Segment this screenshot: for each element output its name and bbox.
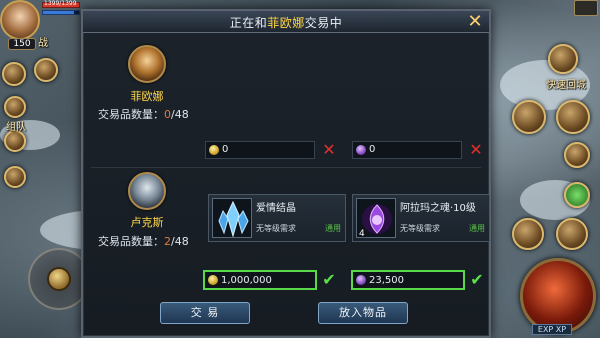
partner-item-count: 交易品数量：0/48 — [98, 106, 189, 122]
skill-icon[interactable] — [2, 62, 26, 86]
partner-item-count-max: /48 — [171, 108, 189, 121]
skill-icon[interactable] — [4, 166, 26, 188]
item-requirement: 无等级需求 — [256, 224, 296, 233]
gem-coin-icon — [356, 275, 366, 285]
self-item-count-max: /48 — [171, 235, 189, 248]
joystick-knob[interactable] — [47, 267, 71, 291]
title-prefix: 正在和 — [229, 16, 268, 30]
return-town-icon[interactable] — [548, 44, 578, 74]
team-icon[interactable] — [4, 130, 26, 152]
partner-portrait — [128, 45, 166, 83]
partner-gem-offer: 0 — [352, 141, 462, 159]
gem-coin-icon — [356, 145, 366, 155]
self-item-count-label: 交易品数量： — [98, 235, 164, 248]
self-name: 卢克斯 — [130, 216, 164, 229]
mp-bar — [42, 10, 80, 15]
item-quantity: 4 — [359, 229, 365, 239]
item-usable-tag: 通用 — [325, 224, 341, 233]
partner-gold-value: 0 — [222, 144, 229, 155]
menu-icon[interactable] — [512, 100, 546, 134]
title-partner-name: 菲欧娜 — [267, 16, 305, 30]
close-button[interactable]: ✕ — [465, 12, 485, 32]
item-requirement: 无等级需求 — [400, 224, 440, 233]
trade-button[interactable]: 交 易 — [160, 302, 250, 324]
self-gold-value: 1,000,000 — [221, 275, 272, 286]
self-gold-offer[interactable]: 1,000,000 — [203, 270, 317, 290]
partner-item-count-current: 0 — [164, 108, 171, 121]
trade-item-card[interactable]: 爱情结晶 无等级需求 通用 — [208, 194, 346, 242]
player-level-badge: 150 — [8, 38, 36, 50]
dialog-title: 正在和菲欧娜交易中 — [83, 14, 489, 31]
skill-icon[interactable] — [4, 96, 26, 118]
add-icon[interactable] — [564, 182, 590, 208]
item-name: 爱情结晶 — [256, 203, 296, 214]
gold-coin-icon — [209, 145, 219, 155]
partner-gold-reject-icon: ✕ — [322, 140, 336, 159]
section-divider — [91, 167, 481, 168]
dialog-header: 正在和菲欧娜交易中 ✕ — [83, 11, 489, 33]
partner-item-count-label: 交易品数量： — [98, 108, 164, 121]
skill-icon[interactable] — [556, 218, 588, 250]
self-portrait — [128, 172, 166, 210]
hp-text: 1399/1399 — [44, 0, 77, 7]
skill-icon[interactable] — [512, 218, 544, 250]
self-item-count-current: 2 — [164, 235, 171, 248]
return-town-label: 快速回城 — [546, 80, 586, 91]
self-gem-confirm-icon: ✔ — [470, 270, 484, 289]
partner-gem-reject-icon: ✕ — [469, 140, 483, 159]
partner-name: 菲欧娜 — [130, 90, 164, 103]
self-gem-value: 23,500 — [369, 275, 404, 286]
mail-icon[interactable] — [574, 0, 598, 16]
menu-icon[interactable] — [564, 142, 590, 168]
title-suffix: 交易中 — [304, 16, 343, 30]
partner-gem-value: 0 — [369, 144, 376, 155]
skill-icon[interactable] — [34, 58, 58, 82]
self-gold-confirm-icon: ✔ — [322, 270, 336, 289]
player-avatar[interactable] — [0, 0, 40, 40]
item-name: 阿拉玛之魂·10级 — [400, 203, 476, 214]
self-item-count: 交易品数量：2/48 — [98, 233, 189, 249]
menu-icon[interactable] — [556, 100, 590, 134]
trade-item-card[interactable]: 4 阿拉玛之魂·10级 无等级需求 通用 — [352, 194, 490, 242]
exp-label: EXP XP — [532, 324, 572, 335]
add-items-button[interactable]: 放入物品 — [318, 302, 408, 324]
partner-gold-offer: 0 — [205, 141, 315, 159]
blue-crystal-icon — [212, 198, 252, 238]
gold-coin-icon — [208, 275, 218, 285]
mp-bar-fill — [43, 11, 74, 14]
hud-team-label: 组队 — [6, 122, 26, 133]
attack-button[interactable] — [520, 258, 596, 334]
hud-side-label: 战 — [38, 38, 48, 49]
self-gem-offer[interactable]: 23,500 — [351, 270, 465, 290]
item-usable-tag: 通用 — [469, 224, 485, 233]
